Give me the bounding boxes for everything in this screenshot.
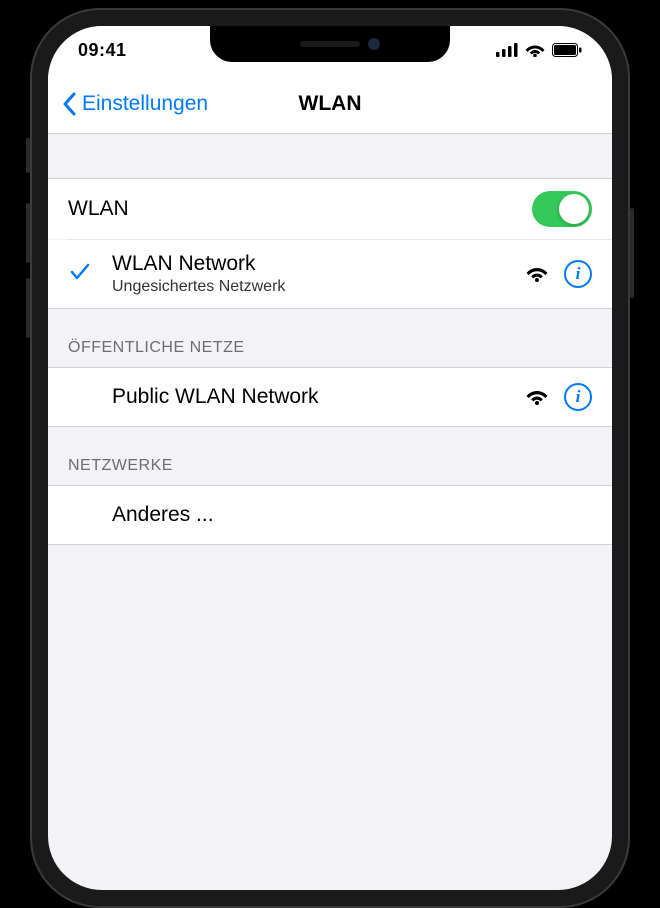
speaker <box>300 41 360 47</box>
wifi-signal-icon <box>526 389 548 405</box>
wifi-signal-icon <box>526 266 548 282</box>
public-networks-header: ÖFFENTLICHE NETZE <box>48 309 612 367</box>
nav-title: WLAN <box>299 92 362 116</box>
info-button[interactable]: i <box>564 260 592 288</box>
wifi-status-icon <box>525 43 545 57</box>
network-name: WLAN Network <box>112 252 526 276</box>
phone-frame: 09:41 <box>30 8 630 908</box>
back-label: Einstellungen <box>82 92 208 116</box>
volume-down-button <box>26 278 30 338</box>
connected-network-row[interactable]: WLAN Network Ungesichertes Netzwerk i <box>48 240 612 308</box>
networks-header: NETZWERKE <box>48 427 612 485</box>
network-subtitle: Ungesichertes Netzwerk <box>112 278 526 296</box>
network-icons: i <box>526 383 592 411</box>
public-network-name: Public WLAN Network <box>112 385 526 409</box>
cellular-icon <box>496 43 518 57</box>
screen: 09:41 <box>48 26 612 890</box>
notch <box>210 26 450 62</box>
wlan-toggle-label: WLAN <box>68 197 532 221</box>
other-network-label: Anderes ... <box>112 503 592 527</box>
network-icons: i <box>526 260 592 288</box>
separator <box>48 544 612 545</box>
nav-bar: Einstellungen WLAN <box>48 74 612 134</box>
other-network-row[interactable]: Anderes ... <box>48 486 612 544</box>
power-button <box>630 208 634 298</box>
public-network-row[interactable]: Public WLAN Network i <box>48 368 612 426</box>
spacer <box>48 134 612 178</box>
checkmark-icon <box>70 260 90 288</box>
wlan-toggle-row: WLAN <box>48 179 612 239</box>
front-camera <box>368 38 380 50</box>
network-info: WLAN Network Ungesichertes Netzwerk <box>112 252 526 296</box>
info-button[interactable]: i <box>564 383 592 411</box>
status-time: 09:41 <box>78 40 127 61</box>
wlan-toggle[interactable] <box>532 191 592 227</box>
mute-switch <box>26 138 30 173</box>
toggle-knob <box>559 194 589 224</box>
volume-up-button <box>26 203 30 263</box>
status-icons <box>496 43 582 57</box>
chevron-left-icon <box>62 92 76 116</box>
battery-icon <box>552 43 582 57</box>
back-button[interactable]: Einstellungen <box>62 92 208 116</box>
